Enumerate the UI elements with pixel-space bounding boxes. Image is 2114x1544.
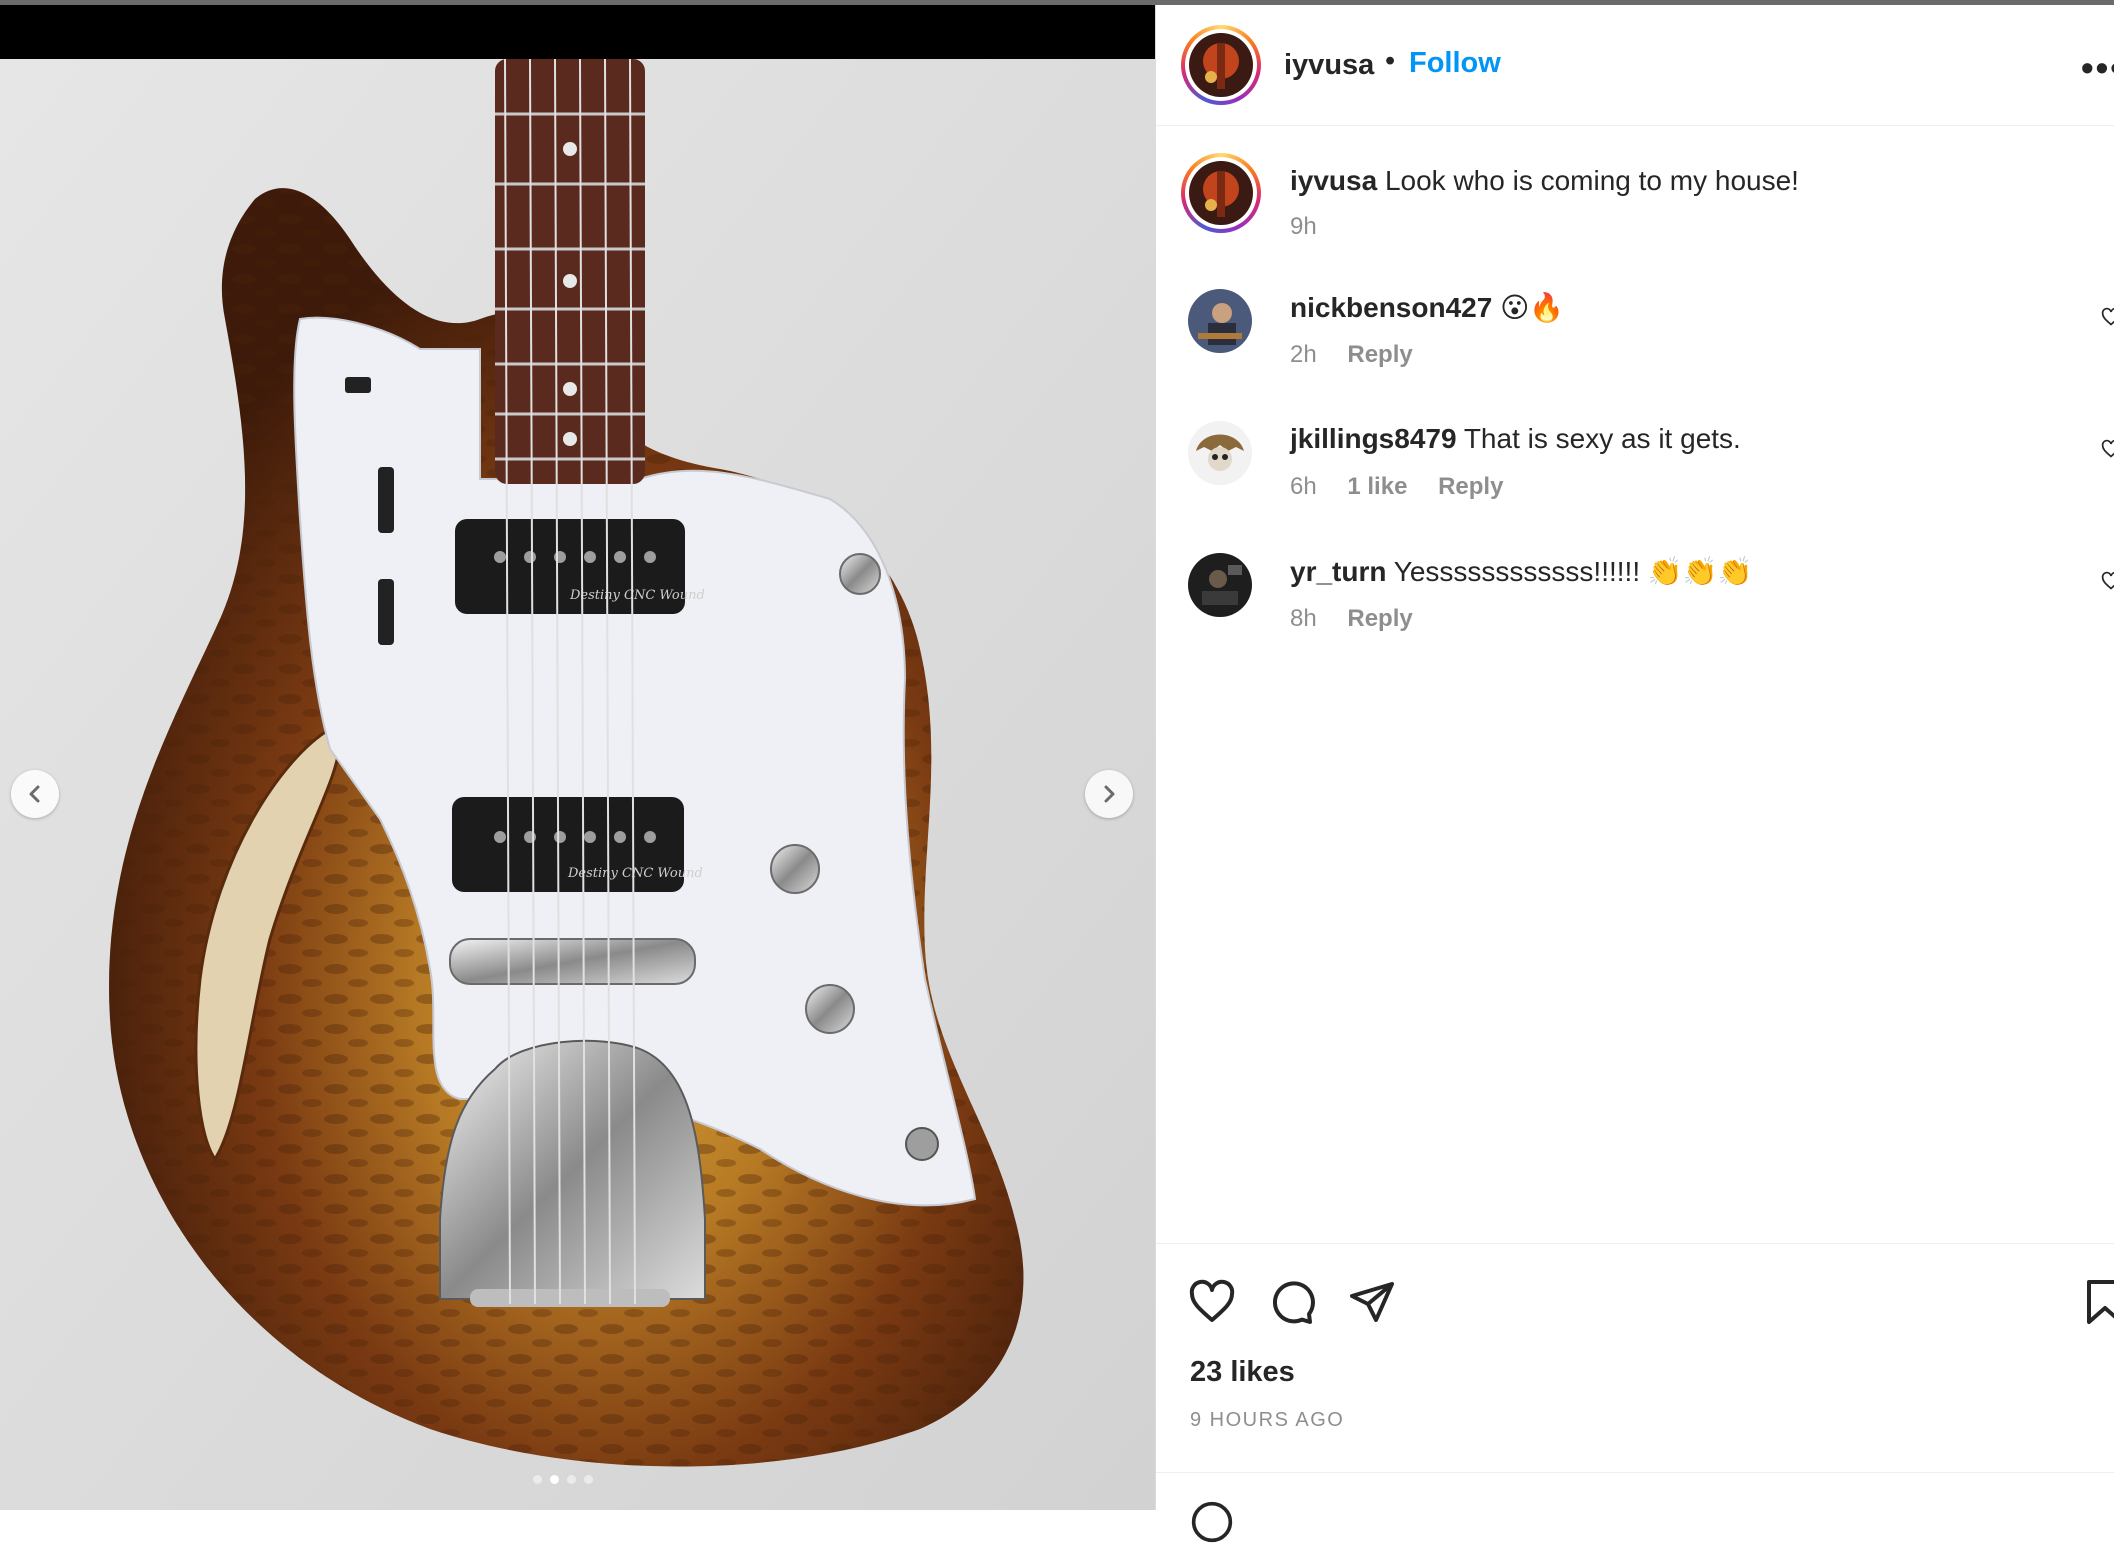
comment-meta: 6h 1 like Reply bbox=[1290, 473, 1527, 501]
post-media: Destiny CNC Wound Destiny CNC Wound bbox=[0, 5, 1155, 1510]
comment-time[interactable]: 2h bbox=[1290, 341, 1317, 368]
more-icon[interactable]: ••• bbox=[2081, 47, 2114, 89]
comment-username[interactable]: yr_turn bbox=[1290, 556, 1386, 587]
reply-button[interactable]: Reply bbox=[1438, 473, 1503, 500]
heart-icon[interactable] bbox=[1188, 1278, 1236, 1326]
paper-plane-icon[interactable] bbox=[1348, 1278, 1396, 1326]
post-actions: 23 likes 9 HOURS AGO bbox=[1156, 1243, 2114, 1543]
comment-icon[interactable] bbox=[1268, 1278, 1316, 1326]
carousel-dot bbox=[567, 1475, 576, 1484]
comment-text: nickbenson427 😮🔥 bbox=[1290, 291, 1564, 324]
comment-text: jkillings8479 That is sexy as it gets. bbox=[1290, 423, 1741, 455]
comment-meta: 8h Reply bbox=[1290, 605, 1437, 633]
carousel-indicator bbox=[533, 1475, 593, 1484]
media-letterbox bbox=[0, 5, 1155, 59]
comment-text: yr_turn Yessssssssssss!!!!!! 👏👏👏 bbox=[1290, 555, 1752, 588]
caption-text: iyvusa Look who is coming to my house! bbox=[1290, 165, 1799, 197]
guitar-photo: Destiny CNC Wound Destiny CNC Wound bbox=[0, 59, 1155, 1510]
pickup-label-2: Destiny CNC Wound bbox=[567, 866, 703, 881]
follow-button[interactable]: Follow bbox=[1409, 47, 1501, 80]
heart-icon[interactable] bbox=[2101, 307, 2114, 327]
chevron-left-icon bbox=[29, 785, 40, 803]
likes-count[interactable]: 23 likes bbox=[1190, 1356, 1295, 1389]
comment-item: nickbenson427 😮🔥 2h Reply bbox=[1156, 285, 2114, 385]
separator-dot: • bbox=[1385, 45, 1396, 77]
comment-item: yr_turn Yessssssssssss!!!!!! 👏👏👏 8h Repl… bbox=[1156, 549, 2114, 649]
post-timestamp: 9 HOURS AGO bbox=[1190, 1409, 1345, 1431]
post-details-panel: iyvusa • Follow ••• iyvusa Look who is c… bbox=[1155, 5, 2114, 1543]
comment-username[interactable]: jkillings8479 bbox=[1290, 423, 1457, 454]
comment-username[interactable]: nickbenson427 bbox=[1290, 292, 1492, 323]
chevron-right-icon bbox=[1104, 785, 1115, 803]
caption-avatar[interactable] bbox=[1181, 153, 1261, 233]
pickup-label-1: Destiny CNC Wound bbox=[569, 588, 705, 603]
emoji-icon[interactable] bbox=[1190, 1500, 1234, 1544]
comment-meta: 2h Reply bbox=[1290, 341, 1437, 369]
commenter-avatar[interactable] bbox=[1188, 289, 1252, 353]
comment-likes[interactable]: 1 like bbox=[1347, 473, 1407, 500]
carousel-dot-active bbox=[550, 1475, 559, 1484]
heart-icon[interactable] bbox=[2101, 439, 2114, 459]
comment-body: 😮🔥 bbox=[1500, 292, 1565, 323]
carousel-dot bbox=[584, 1475, 593, 1484]
comment-body: That is sexy as it gets. bbox=[1463, 423, 1741, 454]
previous-photo-button[interactable] bbox=[11, 770, 59, 818]
caption-meta: 9h bbox=[1290, 213, 1341, 241]
commenter-avatar[interactable] bbox=[1188, 553, 1252, 617]
reply-button[interactable]: Reply bbox=[1347, 605, 1412, 632]
comment-time[interactable]: 8h bbox=[1290, 605, 1317, 632]
carousel-dot bbox=[533, 1475, 542, 1484]
author-username[interactable]: iyvusa bbox=[1284, 49, 1374, 82]
comment-time[interactable]: 6h bbox=[1290, 473, 1317, 500]
heart-icon[interactable] bbox=[2101, 571, 2114, 591]
caption-body: Look who is coming to my house! bbox=[1384, 165, 1799, 196]
post-header: iyvusa • Follow ••• bbox=[1156, 5, 2114, 126]
caption-username[interactable]: iyvusa bbox=[1290, 165, 1377, 196]
post-caption: iyvusa Look who is coming to my house! 9… bbox=[1156, 153, 2114, 253]
comment-body: Yessssssssssss!!!!!! 👏👏👏 bbox=[1393, 556, 1753, 587]
next-photo-button[interactable] bbox=[1085, 770, 1133, 818]
reply-button[interactable]: Reply bbox=[1347, 341, 1412, 368]
commenter-avatar[interactable] bbox=[1188, 421, 1252, 485]
comment-item: jkillings8479 That is sexy as it gets. 6… bbox=[1156, 417, 2114, 517]
bookmark-icon[interactable] bbox=[2081, 1278, 2114, 1326]
author-avatar[interactable] bbox=[1181, 25, 1261, 105]
divider bbox=[1156, 1472, 2114, 1473]
caption-time[interactable]: 9h bbox=[1290, 213, 1317, 240]
